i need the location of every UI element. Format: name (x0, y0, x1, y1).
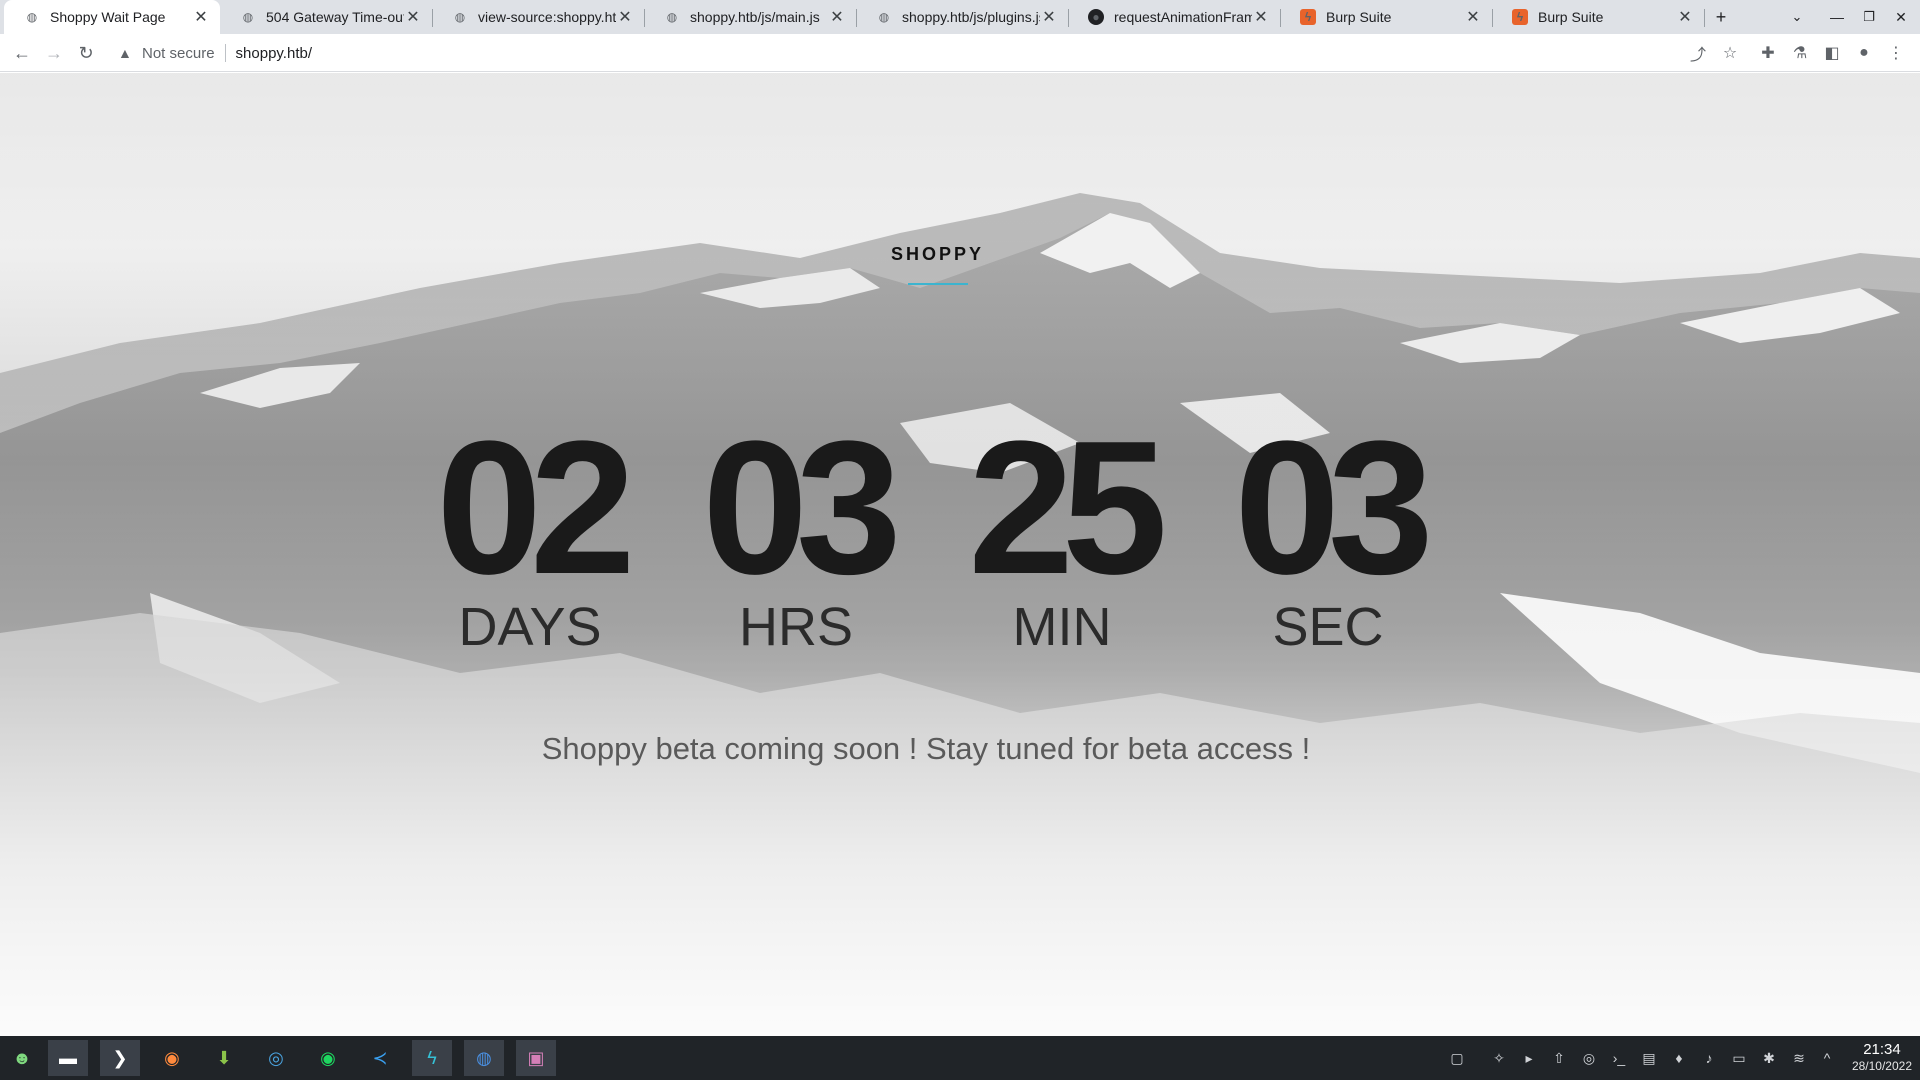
countdown-minutes-value: 25 (968, 402, 1167, 614)
close-tab-icon[interactable]: ✕ (1676, 8, 1694, 26)
profile-avatar-icon[interactable]: ● (1850, 39, 1878, 67)
security-label[interactable]: Not secure (142, 45, 215, 62)
bookmark-star-icon[interactable]: ☆ (1716, 39, 1744, 67)
vscode-icon[interactable]: ≺ (360, 1040, 400, 1076)
terminal-tray-icon[interactable]: ›_ (1608, 1047, 1630, 1069)
forward-arrow-icon[interactable]: → (40, 39, 68, 67)
tab-burp-suite-2[interactable]: ϟ Burp Suite ✕ (1492, 0, 1704, 34)
globe-icon: ◍ (454, 10, 466, 24)
close-tab-icon[interactable]: ✕ (1252, 8, 1270, 26)
extensions-puzzle-icon[interactable]: ✚ (1754, 39, 1782, 67)
tray-expand-chevron-icon[interactable]: ^ (1816, 1047, 1838, 1069)
browser-toolbar: ← → ↻ ▲ Not secure shoppy.htb/ ⤴ ☆ ✚ ⚗ ◧… (0, 34, 1920, 72)
globe-icon: ◍ (242, 10, 254, 24)
burp-icon: ϟ (1512, 9, 1528, 25)
tab-shoppy-wait-page[interactable]: ◍ Shoppy Wait Page ✕ (4, 0, 220, 34)
new-tab-icon[interactable]: + (1704, 0, 1738, 34)
terminal-icon[interactable]: ❯ (100, 1040, 140, 1076)
beta-tagline: Shoppy beta coming soon ! Stay tuned for… (541, 731, 1311, 766)
side-panel-icon[interactable]: ◧ (1818, 39, 1846, 67)
address-bar[interactable]: ▲ Not secure shoppy.htb/ (108, 37, 1713, 69)
close-tab-icon[interactable]: ✕ (616, 8, 634, 26)
globe-icon: ◍ (878, 10, 890, 24)
steam-tray-icon[interactable]: ◎ (1578, 1047, 1600, 1069)
tab-title: shoppy.htb/js/main.js (690, 9, 820, 25)
back-arrow-icon[interactable]: ← (8, 39, 36, 67)
labs-flask-icon[interactable]: ⚗ (1786, 39, 1814, 67)
tab-plugins-js[interactable]: ◍ shoppy.htb/js/plugins.js ✕ (856, 0, 1068, 34)
close-window-icon[interactable]: ✕ (1884, 0, 1918, 34)
steam-icon[interactable]: ◎ (256, 1040, 296, 1076)
updates-icon[interactable]: ⇧ (1548, 1047, 1570, 1069)
tab-504-gateway[interactable]: ◍ 504 Gateway Time-out ✕ (220, 0, 432, 34)
tab-title: Burp Suite (1326, 9, 1392, 25)
omnibox-divider (224, 44, 226, 62)
globe-icon: ◍ (666, 10, 678, 24)
close-tab-icon[interactable]: ✕ (404, 8, 422, 26)
share-icon[interactable]: ⤴ (1684, 39, 1712, 67)
app-launcher-alien-icon[interactable]: ☻ (2, 1040, 42, 1076)
close-tab-icon[interactable]: ✕ (828, 8, 846, 26)
clock-time: 21:34 (1863, 1041, 1901, 1058)
countdown-seconds-value: 03 (1234, 402, 1433, 614)
show-desktop-icon[interactable]: ▢ (1446, 1047, 1468, 1069)
clock-date: 28/10/2022 (1851, 1059, 1912, 1073)
tab-title: shoppy.htb/js/plugins.js (902, 9, 1040, 25)
tab-strip: ◍ Shoppy Wait Page ✕ ◍ 504 Gateway Time-… (0, 0, 1920, 34)
countdown-days-value: 02 (436, 402, 635, 614)
tab-title: Burp Suite (1538, 9, 1604, 25)
firefox-icon[interactable]: ◉ (152, 1040, 192, 1076)
download-manager-icon[interactable]: ⬇ (204, 1040, 244, 1076)
warning-triangle-icon[interactable]: ▲ (118, 45, 136, 61)
system-clock[interactable]: 21:34 28/10/2022 (1852, 1041, 1912, 1075)
countdown-days: 02 DAYS (410, 402, 650, 658)
minimize-icon[interactable]: — (1820, 0, 1854, 34)
tab-main-js[interactable]: ◍ shoppy.htb/js/main.js ✕ (644, 0, 856, 34)
volume-icon[interactable]: ♪ (1698, 1047, 1720, 1069)
file-manager-icon[interactable]: ▬ (48, 1040, 88, 1076)
url-text[interactable]: shoppy.htb/ (236, 45, 312, 62)
countdown-hours: 03 HRS (676, 402, 916, 658)
tab-title: requestAnimationFrame (1114, 9, 1252, 25)
countdown-minutes: 25 MIN (942, 402, 1182, 658)
page-viewport: SHOPPY 02 DAYS 03 HRS 25 MIN 03 SEC Shop… (0, 73, 1920, 1036)
burp-suite-icon[interactable]: ϟ (412, 1040, 452, 1076)
bluetooth-icon[interactable]: ✱ (1758, 1047, 1780, 1069)
brand-underline-accent (908, 283, 968, 285)
brightness-icon[interactable]: ♦ (1668, 1047, 1690, 1069)
spotify-icon[interactable]: ◉ (308, 1040, 348, 1076)
tab-burp-suite-1[interactable]: ϟ Burp Suite ✕ (1280, 0, 1492, 34)
media-play-icon[interactable]: ▸ (1518, 1047, 1540, 1069)
restore-icon[interactable]: ❐ (1852, 0, 1886, 34)
notifications-icon[interactable]: ✧ (1488, 1047, 1510, 1069)
globe-icon: ◍ (26, 10, 38, 24)
tab-title: 504 Gateway Time-out (266, 9, 404, 25)
chrome-icon[interactable]: ◍ (464, 1040, 504, 1076)
site-brand-title: SHOPPY (890, 244, 985, 264)
countdown-hours-value: 03 (702, 402, 901, 614)
close-tab-icon[interactable]: ✕ (1040, 8, 1058, 26)
clipboard-icon[interactable]: ▤ (1638, 1047, 1660, 1069)
tab-view-source[interactable]: ◍ view-source:shoppy.htb ✕ (432, 0, 644, 34)
reload-icon[interactable]: ↻ (72, 39, 100, 67)
tab-search-chevron-icon[interactable]: ⌄ (1780, 0, 1814, 34)
tab-title: Shoppy Wait Page (50, 9, 166, 25)
wifi-icon[interactable]: ≋ (1788, 1047, 1810, 1069)
os-taskbar: ☻ ▬ ❯ ◉ ⬇ ◎ ◉ ≺ ϟ ◍ ▣ ▢ ✧ ▸ ⇧ ◎ ›_ ▤ ♦ ♪… (0, 1036, 1920, 1080)
menu-kebab-icon[interactable]: ⋮ (1882, 39, 1910, 67)
github-icon: ● (1088, 9, 1104, 25)
countdown-seconds: 03 SEC (1208, 402, 1448, 658)
tab-title: view-source:shoppy.htb (478, 9, 616, 25)
close-tab-icon[interactable]: ✕ (1464, 8, 1482, 26)
burp-icon: ϟ (1300, 9, 1316, 25)
close-tab-icon[interactable]: ✕ (192, 8, 210, 26)
screenshot-tool-icon[interactable]: ▣ (516, 1040, 556, 1076)
battery-icon[interactable]: ▭ (1728, 1047, 1750, 1069)
tab-request-animation-frame[interactable]: ● requestAnimationFrame ✕ (1068, 0, 1280, 34)
